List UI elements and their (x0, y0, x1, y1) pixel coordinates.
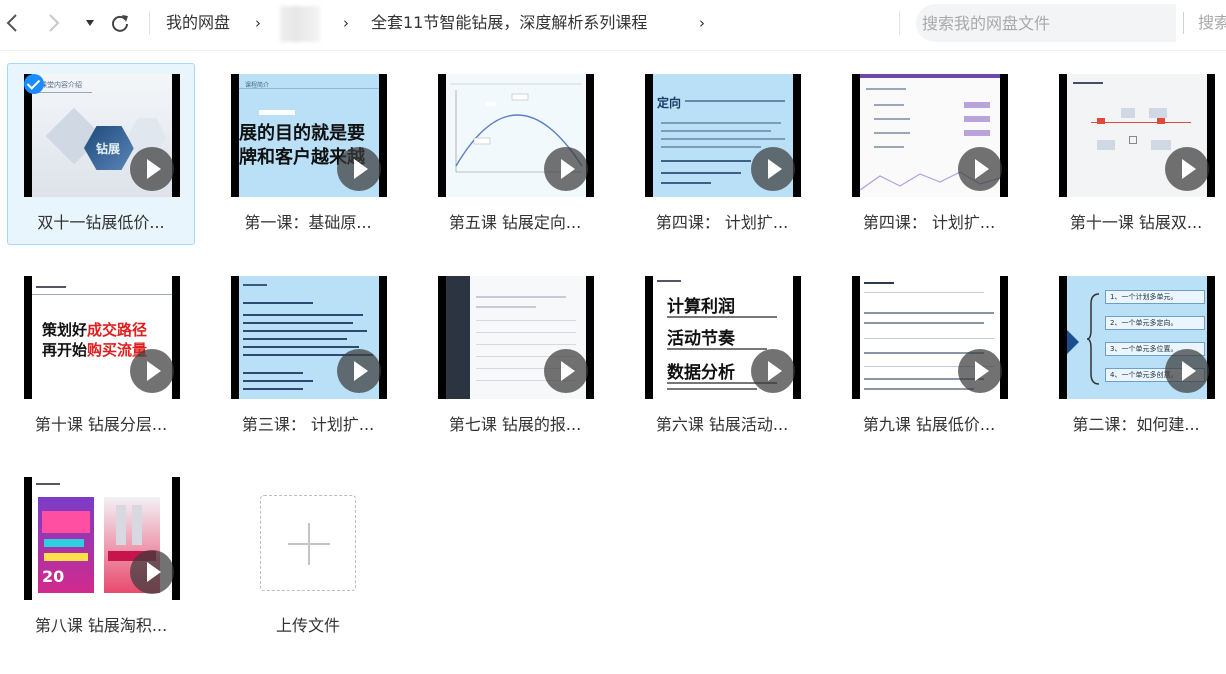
file-name: 第三课： 计划扩... (241, 415, 375, 434)
search-button[interactable]: 搜索 (1198, 12, 1226, 34)
file-name: 第四课： 计划扩... (655, 213, 789, 232)
toolbar-divider (149, 11, 150, 35)
file-tile[interactable]: 第九课 钻展低价... (835, 265, 1023, 447)
play-icon (337, 349, 381, 393)
thumbnail-list-item: 2、一个单元多定向。 (1105, 316, 1205, 330)
video-thumbnail: 课程简介 展的目的就是要 牌和客户越来越 (231, 74, 387, 197)
play-icon (130, 349, 174, 393)
back-arrow-icon (6, 14, 17, 32)
breadcrumb-root[interactable]: 我的网盘 (166, 12, 230, 34)
file-name: 第五课 钻展定向... (448, 213, 582, 232)
upload-label: 上传文件 (275, 616, 340, 635)
toolbar-divider (899, 11, 900, 35)
file-name: 第七课 钻展的报... (448, 415, 582, 434)
video-thumbnail: 课堂内容介绍 钻展 (24, 74, 180, 197)
play-icon (337, 147, 381, 191)
file-name: 第一课：基础原... (244, 213, 372, 232)
play-icon (958, 147, 1002, 191)
plus-icon[interactable] (260, 495, 356, 591)
video-thumbnail: 20 (24, 477, 180, 600)
upload-file-button[interactable]: 上传文件 (238, 482, 426, 642)
thumbnail-list-item: 1、一个计划多单元。 (1105, 290, 1205, 304)
file-tile[interactable]: 第四课： 计划扩... (835, 63, 1023, 245)
play-icon (1165, 147, 1209, 191)
search-divider (1183, 12, 1184, 34)
video-thumbnail (1059, 74, 1215, 197)
selected-check-icon[interactable] (24, 74, 44, 94)
file-tile[interactable]: 课程简介 展的目的就是要 牌和客户越来越 第一课：基础原... (214, 63, 402, 245)
forward-button[interactable] (42, 10, 66, 36)
video-thumbnail: 策划好成交路径 再开始购买流量 (24, 276, 180, 399)
search-box (916, 4, 1176, 42)
file-name: 双十一钻展低价... (37, 213, 165, 232)
play-icon (1165, 349, 1209, 393)
thumbnail-text: 计算利润 (667, 297, 735, 317)
play-icon (751, 147, 795, 191)
breadcrumb-separator-icon: › (699, 14, 705, 32)
thumbnail-text: 活动节奏 (667, 329, 735, 349)
search-input[interactable] (922, 4, 1172, 42)
history-dropdown-button[interactable] (78, 10, 102, 36)
file-name: 第六课 钻展活动... (655, 415, 789, 434)
video-thumbnail: 1、一个计划多单元。 2、一个单元多定向。 3、一个单元多位置。 4、一个单元多… (1059, 276, 1215, 399)
thumbnail-title: 定向 (657, 96, 682, 110)
breadcrumb-separator-icon: › (343, 14, 349, 32)
file-name: 第十课 钻展分层... (34, 415, 168, 434)
file-tile[interactable]: 1、一个计划多单元。 2、一个单元多定向。 3、一个单元多位置。 4、一个单元多… (1042, 265, 1226, 447)
play-icon (544, 349, 588, 393)
breadcrumb-blurred-folder[interactable] (280, 6, 320, 42)
play-icon (130, 550, 174, 594)
file-name: 第十一课 钻展双... (1069, 213, 1203, 232)
toolbar-bottom-border (0, 50, 1226, 51)
refresh-button[interactable] (108, 10, 132, 36)
file-tile[interactable]: 20 第八课 钻展淘积... (7, 466, 195, 648)
video-thumbnail (852, 74, 1008, 197)
file-name: 第四课： 计划扩... (862, 213, 996, 232)
file-name: 第九课 钻展低价... (862, 415, 996, 434)
play-icon (751, 349, 795, 393)
file-tile[interactable]: 计算利润 活动节奏 数据分析 第六课 钻展活动... (628, 265, 816, 447)
video-thumbnail (438, 276, 594, 399)
file-tile[interactable]: 第十一课 钻展双... (1042, 63, 1226, 245)
thumbnail-text: 钻展 (96, 142, 121, 156)
file-tile[interactable]: 第三课： 计划扩... (214, 265, 402, 447)
video-thumbnail: 计算利润 活动节奏 数据分析 (645, 276, 801, 399)
refresh-icon (112, 15, 128, 32)
toolbar: 我的网盘 › › 全套11节智能钻展，深度解析系列课程 › 搜索 (0, 0, 1226, 48)
video-thumbnail (852, 276, 1008, 399)
thumbnail-text: 策划好成交路径 再开始购买流量 (42, 321, 148, 359)
video-thumbnail (438, 74, 594, 197)
file-tile[interactable]: 策划好成交路径 再开始购买流量 第十课 钻展分层... (7, 265, 195, 447)
play-icon (958, 349, 1002, 393)
file-tile[interactable]: 定向 第四课： 计划扩... (628, 63, 816, 245)
breadcrumb-current[interactable]: 全套11节智能钻展，深度解析系列课程 (371, 12, 647, 34)
play-icon (544, 147, 588, 191)
video-thumbnail: 定向 (645, 74, 801, 197)
breadcrumb-separator-icon: › (255, 14, 261, 32)
thumbnail-text: 20 (42, 567, 65, 586)
dropdown-triangle-icon (86, 20, 94, 26)
video-thumbnail (231, 276, 387, 399)
file-name: 第八课 钻展淘积... (34, 616, 168, 635)
thumbnail-title: 课堂内容介绍 (40, 81, 82, 89)
play-icon (130, 147, 174, 191)
thumbnail-text: 数据分析 (667, 363, 735, 383)
file-tile[interactable]: 第五课 钻展定向... (421, 63, 609, 245)
file-tile[interactable]: 第七课 钻展的报... (421, 265, 609, 447)
back-button[interactable] (0, 10, 24, 36)
file-tile[interactable]: 课堂内容介绍 钻展 双十一钻展低价... (7, 63, 195, 245)
forward-arrow-icon (49, 14, 60, 32)
file-name: 第二课：如何建... (1072, 415, 1200, 434)
brace-icon (1087, 293, 1100, 385)
